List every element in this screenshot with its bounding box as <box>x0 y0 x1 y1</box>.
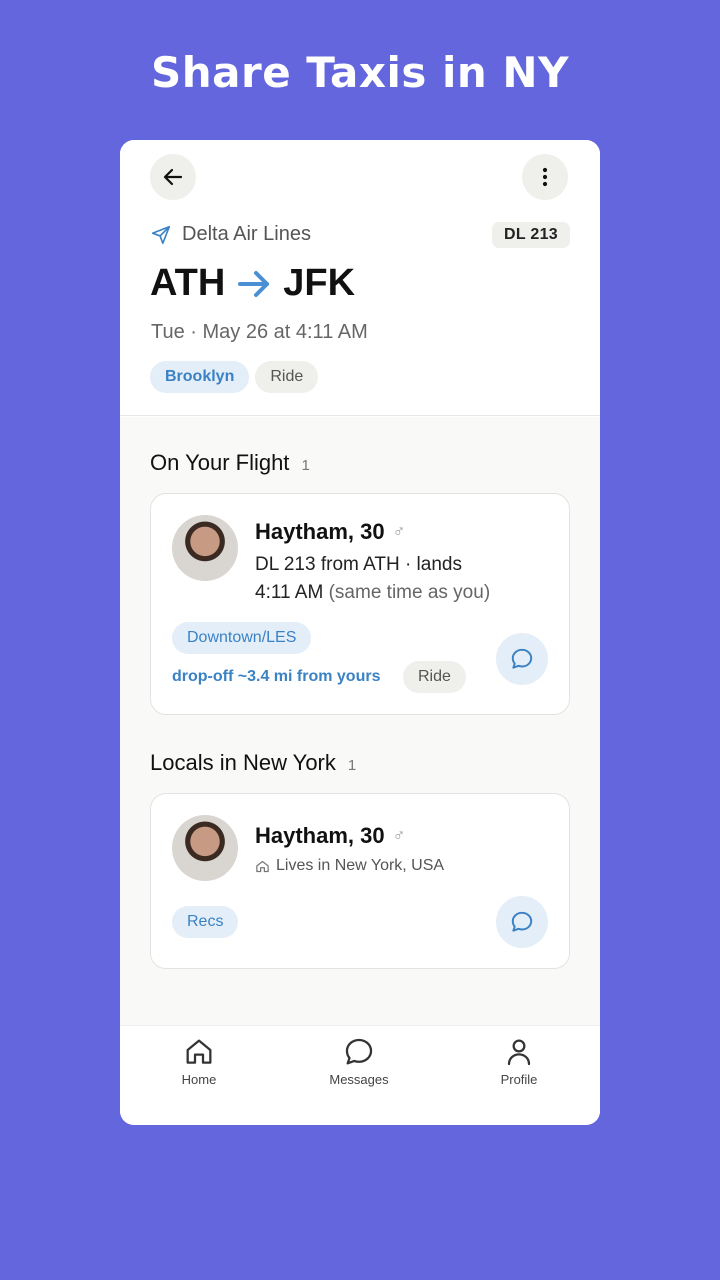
header-chips: Brooklyn Ride <box>150 361 319 393</box>
chat-icon <box>511 648 533 669</box>
section-title-text: Locals in New York <box>150 750 336 775</box>
flight-code-badge: DL 213 <box>492 222 570 248</box>
tab-bar: Home Messages Profile <box>120 1025 600 1125</box>
section-count: 1 <box>301 457 310 474</box>
person-name-text: Haytham, 30 <box>255 519 385 544</box>
tab-home[interactable]: Home <box>139 1034 259 1087</box>
male-icon: ♂ <box>392 826 406 845</box>
house-icon <box>256 860 269 872</box>
route: ATH JFK <box>150 262 355 305</box>
messages-icon <box>345 1038 373 1065</box>
arrival-line: 4:11 AM (same time as you) <box>255 579 555 607</box>
flight-datetime: Tue · May 26 at 4:11 AM <box>151 321 368 343</box>
chip-ride[interactable]: Ride <box>403 661 466 693</box>
arrival-note: (same time as you) <box>328 582 491 603</box>
avatar[interactable] <box>172 815 238 881</box>
airline-row: Delta Air Lines <box>150 223 311 246</box>
tab-label: Messages <box>329 1072 389 1087</box>
tab-messages[interactable]: Messages <box>299 1034 419 1087</box>
back-button[interactable] <box>150 154 196 200</box>
tab-profile[interactable]: Profile <box>459 1034 579 1087</box>
person-name: Haytham, 30 ♂ <box>255 519 405 545</box>
avatar[interactable] <box>172 515 238 581</box>
airplane-icon <box>151 225 171 244</box>
promo-title: Share Taxis in NY <box>151 48 569 97</box>
lives-in-text: Lives in New York, USA <box>276 857 445 874</box>
male-icon: ♂ <box>392 522 406 541</box>
tab-label: Home <box>181 1072 217 1087</box>
traveler-card[interactable]: Haytham, 30 ♂ DL 213 from ATH · lands 4:… <box>150 493 570 715</box>
destination-code: JFK <box>283 262 356 304</box>
tab-label: Profile <box>500 1072 538 1087</box>
person-name: Haytham, 30 ♂ <box>255 823 405 849</box>
chip-borough[interactable]: Brooklyn <box>150 361 250 393</box>
flight-info-line: DL 213 from ATH · lands <box>255 554 462 575</box>
home-icon <box>186 1039 212 1064</box>
flight-info: DL 213 from ATH · lands 4:11 AM (same ti… <box>255 551 555 607</box>
feed: On Your Flight 1 Haytham, 30 ♂ DL 213 fr… <box>120 417 600 1025</box>
chip-ride[interactable]: Ride <box>255 361 319 393</box>
arrow-right-icon <box>237 269 271 299</box>
more-options-button[interactable] <box>522 154 568 200</box>
profile-icon <box>507 1039 531 1066</box>
chip-recs[interactable]: Recs <box>172 906 239 938</box>
airline-name: Delta Air Lines <box>182 223 311 245</box>
section-title-text: On Your Flight <box>150 450 290 475</box>
person-name-text: Haytham, 30 <box>255 823 385 848</box>
dropoff-distance: drop-off ~3.4 mi from yours <box>172 668 381 685</box>
locals-section-title: Locals in New York 1 <box>150 750 356 776</box>
origin-code: ATH <box>150 262 226 304</box>
chip-neighborhood[interactable]: Downtown/LES <box>172 622 312 654</box>
more-vertical-icon <box>542 167 548 187</box>
message-button[interactable] <box>496 633 548 685</box>
lives-in: Lives in New York, USA <box>255 857 444 875</box>
flight-header: Delta Air Lines DL 213 ATH JFK Tue · May… <box>120 140 600 416</box>
local-card[interactable]: Haytham, 30 ♂ Lives in New York, USA Rec… <box>150 793 570 969</box>
on-flight-section-title: On Your Flight 1 <box>150 450 310 476</box>
message-button[interactable] <box>496 896 548 948</box>
arrival-time: 4:11 AM <box>255 582 324 603</box>
arrow-left-icon <box>163 168 183 186</box>
app-screen: Delta Air Lines DL 213 ATH JFK Tue · May… <box>120 140 600 1125</box>
section-count: 1 <box>347 757 357 774</box>
chat-icon <box>511 911 533 932</box>
